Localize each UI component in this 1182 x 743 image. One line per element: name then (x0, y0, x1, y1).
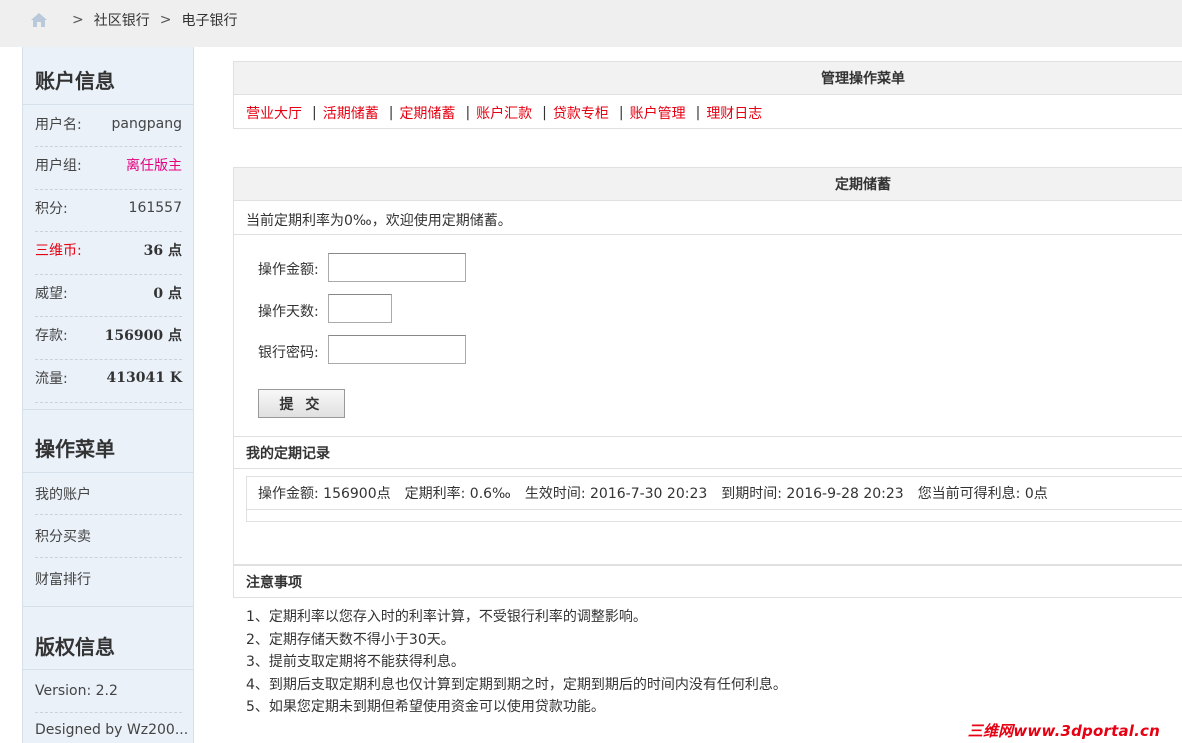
divider (35, 402, 182, 403)
menu-link-lobby[interactable]: 营业大厅 (246, 103, 302, 123)
username-value: pangpang (111, 116, 182, 132)
divider (23, 104, 194, 105)
breadcrumb-separator: > (159, 12, 172, 28)
copyright-title: 版权信息 (35, 635, 115, 659)
password-label: 银行密码: (258, 345, 319, 361)
menu-item-wealth-ranking[interactable]: 财富排行 (35, 569, 91, 589)
version-text: Version: 2.2 (35, 683, 118, 699)
breadcrumb-separator: > (72, 12, 84, 28)
divider (23, 606, 194, 607)
coins-value: 36 点 (143, 243, 182, 259)
traffic-value: 413041 K (106, 370, 183, 386)
divider (35, 514, 182, 515)
deposit-label: 存款: (35, 328, 68, 344)
divider (23, 472, 194, 473)
records-header: 我的定期记录 (233, 436, 1182, 469)
designed-by-text[interactable]: Designed by Wz200... (35, 722, 188, 738)
group-value[interactable]: 离任版主 (126, 155, 182, 175)
menu-link-demand-deposit[interactable]: 活期储蓄 (323, 103, 379, 123)
menu-separator: | (618, 105, 624, 121)
menu-separator: | (695, 105, 701, 121)
fixed-deposit-title: 定期储蓄 (835, 177, 891, 193)
divider (35, 274, 182, 275)
manage-menu-title: 管理操作菜单 (821, 71, 905, 87)
divider (35, 316, 182, 317)
points-value: 161557 (128, 200, 182, 216)
divider (35, 712, 182, 713)
breadcrumb: > 社区银行 > 电子银行 (30, 10, 237, 30)
menu-item-my-account[interactable]: 我的账户 (35, 484, 91, 504)
notes-title: 注意事项 (246, 574, 302, 591)
days-label: 操作天数: (258, 304, 319, 320)
coins-label: 三维币: (35, 243, 82, 259)
menu-link-finance-log[interactable]: 理财日志 (706, 103, 762, 123)
account-row-group: 用户组: 离任版主 (35, 155, 182, 175)
operation-menu-title: 操作菜单 (35, 437, 115, 461)
divider (23, 669, 194, 670)
manage-menu-header: 管理操作菜单 (233, 61, 1182, 95)
menu-separator: | (312, 105, 317, 121)
rate-notice: 当前定期利率为0‰，欢迎使用定期储蓄。 (246, 213, 512, 229)
record-end-time: 到期时间: 2016-9-28 20:23 (721, 485, 904, 502)
divider (35, 231, 182, 232)
days-input[interactable] (328, 294, 392, 323)
notes-list: 1、定期利率以您存入时的利率计算，不受银行利率的调整影响。 2、定期存储天数不得… (246, 606, 787, 719)
traffic-label: 流量: (35, 371, 68, 387)
note-item: 1、定期利率以您存入时的利率计算，不受银行利率的调整影响。 (246, 609, 647, 625)
divider (23, 409, 194, 410)
username-label: 用户名: (35, 117, 82, 133)
prestige-label: 威望: (35, 286, 68, 302)
note-item: 4、到期后支取定期利息也仅计算到定期到期之时，定期到期后的时间内没有任何利息。 (246, 676, 787, 693)
menu-link-fixed-deposit[interactable]: 定期储蓄 (399, 103, 455, 123)
divider (35, 146, 182, 147)
menu-separator: | (542, 105, 547, 121)
breadcrumb-bar: > 社区银行 > 电子银行 (0, 0, 1182, 47)
divider (35, 189, 182, 190)
account-row-traffic: 流量: 413041 K (35, 368, 182, 388)
group-label: 用户组: (35, 158, 82, 174)
record-rate: 定期利率: 0.6‰ (404, 485, 511, 502)
note-item: 3、提前支取定期将不能获得利息。 (246, 654, 465, 671)
home-icon[interactable] (30, 12, 48, 28)
manage-menu-links: 营业大厅 | 活期储蓄 | 定期储蓄 | 账户汇款 | 贷款专柜 | 账户管理 … (246, 103, 762, 123)
account-row-username: 用户名: pangpang (35, 114, 182, 134)
amount-input[interactable] (328, 253, 466, 282)
account-row-coins: 三维币: 36 点 (35, 240, 182, 260)
submit-button[interactable]: 提 交 (258, 389, 345, 418)
menu-link-account-manage[interactable]: 账户管理 (630, 103, 686, 123)
record-interest: 您当前可得利息: 0点 (917, 485, 1048, 502)
notes-header: 注意事项 (233, 565, 1182, 598)
divider (35, 359, 182, 360)
menu-link-loan[interactable]: 贷款专柜 (553, 103, 609, 123)
prestige-value: 0 点 (153, 286, 182, 302)
menu-item-points-trade[interactable]: 积分买卖 (35, 526, 91, 546)
note-item: 2、定期存储天数不得小于30天。 (246, 631, 455, 648)
deposit-value: 156900 点 (104, 328, 182, 344)
record-amount: 操作金额: 156900点 (258, 485, 391, 502)
menu-link-remittance[interactable]: 账户汇款 (476, 103, 532, 123)
breadcrumb-item-community-bank[interactable]: 社区银行 (94, 10, 150, 30)
site-watermark: 三维网www.3dportal.cn (967, 722, 1160, 740)
menu-separator: | (465, 105, 471, 121)
menu-separator: | (388, 105, 394, 121)
account-info-title: 账户信息 (35, 69, 115, 93)
points-label: 积分: (35, 201, 68, 217)
sidebar: 账户信息 用户名: pangpang 用户组: 离任版主 积分: 161557 … (22, 47, 194, 743)
account-row-deposit: 存款: 156900 点 (35, 325, 182, 345)
breadcrumb-item-ebank[interactable]: 电子银行 (181, 10, 237, 30)
record-start-time: 生效时间: 2016-7-30 20:23 (524, 485, 708, 502)
account-row-prestige: 威望: 0 点 (35, 283, 182, 303)
divider (35, 557, 182, 558)
account-row-points: 积分: 161557 (35, 198, 182, 218)
fixed-deposit-header: 定期储蓄 (233, 167, 1182, 201)
amount-label: 操作金额: (258, 262, 319, 278)
records-title: 我的定期记录 (246, 445, 330, 462)
record-row: 操作金额: 156900点 定期利率: 0.6‰ 生效时间: 2016-7-30… (246, 476, 1182, 510)
note-item: 5、如果您定期未到期但希望使用资金可以使用贷款功能。 (246, 699, 605, 716)
bank-password-input[interactable] (328, 335, 466, 364)
